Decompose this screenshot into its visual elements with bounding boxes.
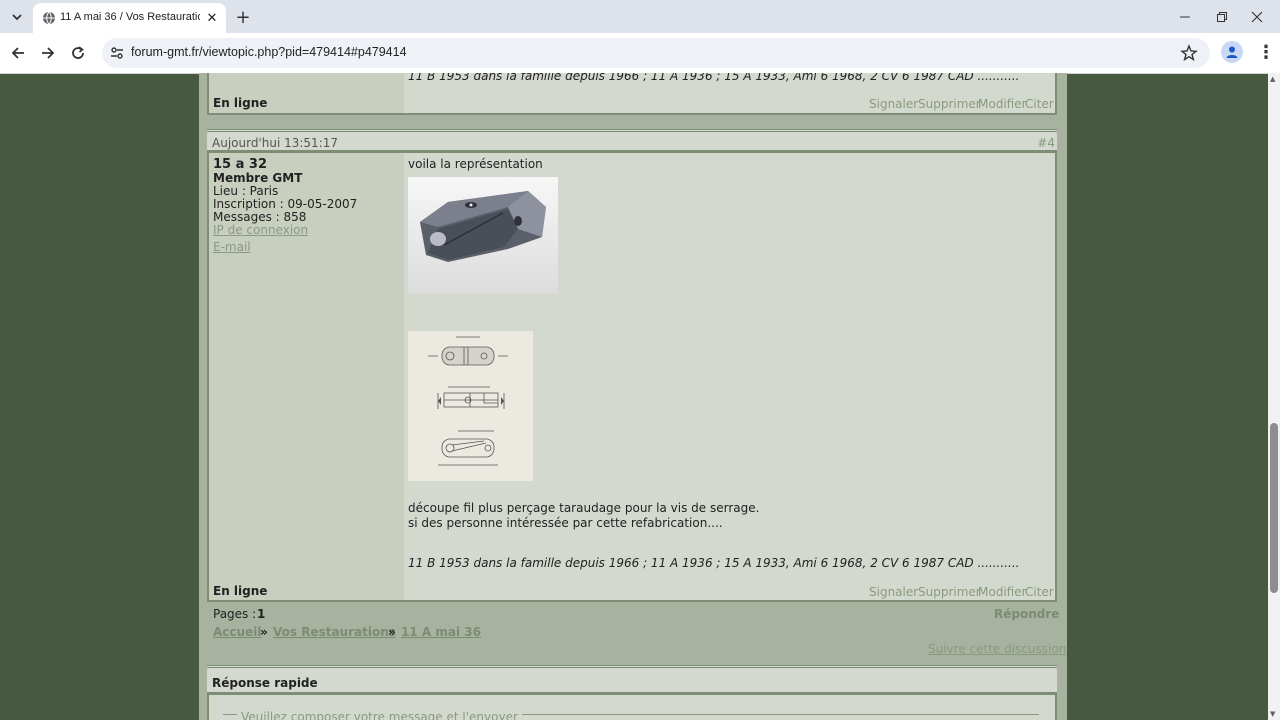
post-author-inscription: Inscription : 09-05-2007 xyxy=(213,197,358,211)
browser-menu-button[interactable]: ⋮ xyxy=(1256,42,1276,63)
prev-post-report-link[interactable]: Signaler xyxy=(869,97,918,111)
site-info-icon xyxy=(111,47,123,59)
quick-reply-legend: Veuillez composer votre message et l'env… xyxy=(237,710,522,720)
post-body-line2: si des personne intéressée par cette ref… xyxy=(408,516,723,530)
star-icon[interactable] xyxy=(1180,44,1198,62)
pages-label: Pages : xyxy=(213,607,257,621)
new-tab-button[interactable]: + xyxy=(232,6,254,28)
page-viewport: 11 B 1953 dans la famille depuis 1966 ; … xyxy=(0,73,1268,720)
breadcrumb-forum[interactable]: Vos Restaurations xyxy=(273,625,396,639)
person-icon xyxy=(1226,46,1238,58)
reply-link[interactable]: Répondre xyxy=(994,607,1059,621)
browser-toolbar: forum-gmt.fr/viewtopic.php?pid=479414#p4… xyxy=(0,33,1280,74)
quick-reply-box: Veuillez composer votre message et l'env… xyxy=(207,693,1057,720)
prev-post: 11 B 1953 dans la famille depuis 1966 ; … xyxy=(207,73,1057,115)
post-date: Aujourd'hui 13:51:17 xyxy=(212,136,338,150)
forward-button[interactable] xyxy=(36,41,60,65)
forum-main: 11 B 1953 dans la famille depuis 1966 ; … xyxy=(199,73,1067,720)
scroll-down-icon[interactable]: ▼ xyxy=(1270,710,1275,718)
chevron-down-icon xyxy=(12,14,22,21)
delete-link[interactable]: Supprimer xyxy=(918,585,981,599)
address-bar[interactable]: forum-gmt.fr/viewtopic.php?pid=479414#p4… xyxy=(102,38,1210,68)
post-status: En ligne xyxy=(213,584,268,598)
breadcrumb-home[interactable]: Accueil xyxy=(213,625,261,639)
technical-drawing-graphic xyxy=(428,336,508,466)
quick-reply-header: Réponse rapide xyxy=(207,665,1057,693)
post-author-role: Membre GMT xyxy=(213,171,303,185)
post-author-messages: Messages : 858 xyxy=(213,210,307,224)
scroll-thumb[interactable] xyxy=(1270,423,1278,593)
prev-post-status: En ligne xyxy=(213,96,268,110)
tab-strip: 11 A mai 36 / Vos Restauration ✕ + xyxy=(0,0,1280,33)
quote-link[interactable]: Citer xyxy=(1025,585,1054,599)
part-3d-render-graphic xyxy=(420,191,546,262)
minimize-icon xyxy=(1180,16,1190,17)
prev-post-edit-link[interactable]: Modifier xyxy=(978,97,1027,111)
reload-button[interactable] xyxy=(66,41,90,65)
url-text: forum-gmt.fr/viewtopic.php?pid=479414#p4… xyxy=(131,45,407,59)
arrow-left-icon xyxy=(11,47,24,59)
edit-link[interactable]: Modifier xyxy=(978,585,1027,599)
prev-post-delete-link[interactable]: Supprimer xyxy=(918,97,981,111)
scroll-up-icon[interactable]: ▲ xyxy=(1270,75,1275,83)
post-header: Aujourd'hui 13:51:17 #4 xyxy=(207,129,1057,151)
profile-avatar[interactable] xyxy=(1221,41,1243,63)
post-signature: 11 B 1953 dans la famille depuis 1966 ; … xyxy=(408,556,1020,570)
ip-link[interactable]: IP de connexion xyxy=(213,223,308,237)
quick-reply-title: Réponse rapide xyxy=(212,676,318,690)
arrow-right-icon xyxy=(42,47,55,59)
tab-search-button[interactable] xyxy=(6,6,28,28)
browser-tab[interactable]: 11 A mai 36 / Vos Restauration ✕ xyxy=(33,3,226,33)
breadcrumb-separator-2: » xyxy=(388,625,396,639)
report-link[interactable]: Signaler xyxy=(869,585,918,599)
breadcrumb-separator: » xyxy=(260,625,268,639)
page-number: 1 xyxy=(257,607,266,621)
post-author[interactable]: 15 a 32 xyxy=(213,157,267,172)
post: 15 a 32 Membre GMT Lieu : Paris Inscript… xyxy=(207,151,1057,602)
restore-icon xyxy=(1217,11,1227,22)
follow-topic-link[interactable]: Suivre cette discussion xyxy=(928,642,1066,656)
post-number[interactable]: #4 xyxy=(1037,136,1055,150)
page-scrollbar[interactable]: ▲ ▼ xyxy=(1268,73,1280,720)
post-body-line1: découpe fil plus perçage taraudage pour … xyxy=(408,501,760,515)
close-icon xyxy=(1251,11,1263,22)
tab-title: 11 A mai 36 / Vos Restauration xyxy=(60,11,200,23)
breadcrumb-topic[interactable]: 11 A mai 36 xyxy=(401,625,481,639)
prev-post-quote-link[interactable]: Citer xyxy=(1025,97,1054,111)
back-button[interactable] xyxy=(6,41,30,65)
reload-icon xyxy=(72,46,84,59)
post-intro: voila la représentation xyxy=(408,157,543,171)
email-link[interactable]: E-mail xyxy=(213,240,251,254)
close-window-button[interactable] xyxy=(1234,0,1280,33)
globe-icon xyxy=(43,11,55,25)
post-author-location: Lieu : Paris xyxy=(213,184,279,198)
close-tab-icon[interactable]: ✕ xyxy=(204,10,220,26)
prev-post-signature: 11 B 1953 dans la famille depuis 1966 ; … xyxy=(408,73,1020,83)
technical-drawing-image[interactable] xyxy=(408,331,533,481)
part-3d-render-image[interactable] xyxy=(408,177,558,294)
